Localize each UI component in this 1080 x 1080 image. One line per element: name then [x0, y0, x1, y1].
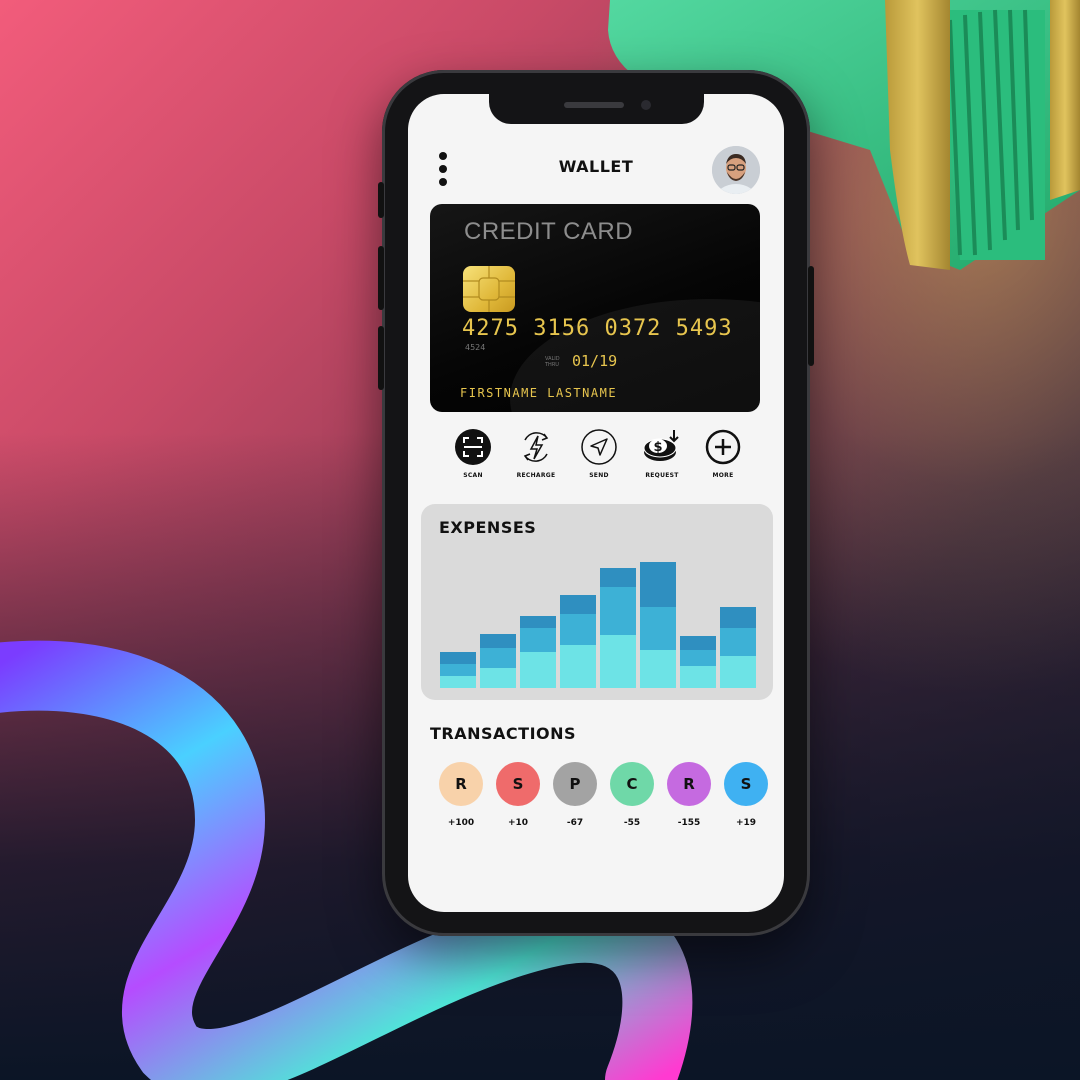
- svg-text:$: $: [653, 440, 662, 455]
- scan-label: SCAN: [463, 472, 483, 479]
- bar-segment: [520, 628, 556, 652]
- send-button[interactable]: SEND: [569, 428, 629, 479]
- transaction-amount: +100: [447, 818, 475, 828]
- bar-segment: [720, 607, 756, 628]
- user-avatar-icon: [712, 146, 760, 194]
- transaction-item[interactable]: R +100: [438, 762, 484, 828]
- transaction-item[interactable]: P -67: [552, 762, 598, 828]
- bar-segment: [520, 616, 556, 628]
- phone-side-button: [378, 182, 384, 218]
- transaction-item[interactable]: R -155: [666, 762, 712, 828]
- avatar[interactable]: [712, 146, 760, 194]
- more-label: MORE: [712, 472, 734, 479]
- bar-segment: [680, 666, 716, 688]
- recharge-button[interactable]: RECHARGE: [506, 428, 566, 479]
- bar-segment: [680, 636, 716, 650]
- credit-card[interactable]: CREDIT CARD 4275 3156 0372 5493 4524 VAL…: [430, 204, 760, 412]
- recharge-label: RECHARGE: [516, 472, 556, 479]
- card-expiry: 01/19: [572, 352, 618, 370]
- plus-circle-icon: [705, 429, 741, 465]
- notch-camera: [641, 100, 651, 110]
- bar-segment: [640, 562, 676, 607]
- send-icon: [581, 429, 617, 465]
- transaction-avatar: S: [496, 762, 540, 806]
- transaction-avatar: S: [724, 762, 768, 806]
- request-label: REQUEST: [645, 472, 679, 479]
- scan-icon: [455, 429, 491, 465]
- card-number: 4275 3156 0372 5493: [462, 316, 733, 341]
- bar-segment: [560, 614, 596, 645]
- notch-speaker: [564, 102, 624, 108]
- phone-power-button: [808, 266, 814, 366]
- phone-volume-down-button: [378, 326, 384, 390]
- bar-segment: [640, 650, 676, 688]
- bar-segment: [440, 652, 476, 664]
- recharge-icon: [523, 432, 549, 462]
- transaction-amount: -67: [566, 818, 584, 828]
- bar-segment: [720, 628, 756, 656]
- transaction-amount: -55: [623, 818, 641, 828]
- transaction-item[interactable]: S +19: [723, 762, 769, 828]
- transaction-amount: -155: [677, 818, 701, 828]
- transactions-list: R +100 S +10 P -67 C -55 R -155 S +19: [438, 762, 778, 832]
- app-screen: WALLET CREDIT CARD 4275 3156 0372 5493 4…: [408, 94, 784, 912]
- transaction-amount: +10: [507, 818, 529, 828]
- phone-notch: [489, 94, 704, 124]
- phone-mockup: WALLET CREDIT CARD 4275 3156 0372 5493 4…: [378, 70, 814, 936]
- transaction-item[interactable]: C -55: [609, 762, 655, 828]
- transaction-amount: +19: [735, 818, 757, 828]
- bar-segment: [560, 595, 596, 614]
- bar-segment: [480, 648, 516, 668]
- card-valid-thru-label: VALID THRU: [545, 356, 560, 368]
- card-holder-name: FIRSTNAME LASTNAME: [460, 386, 618, 400]
- bar-segment: [480, 634, 516, 648]
- bar-segment: [600, 587, 636, 635]
- bar-segment: [520, 652, 556, 688]
- transaction-avatar: R: [439, 762, 483, 806]
- bar-segment: [480, 668, 516, 688]
- expenses-panel: EXPENSES: [421, 504, 773, 700]
- bar-segment: [600, 568, 636, 587]
- transaction-avatar: C: [610, 762, 654, 806]
- bar-segment: [720, 656, 756, 688]
- phone-volume-up-button: [378, 246, 384, 310]
- bar-segment: [560, 645, 596, 688]
- bar-segment: [680, 650, 716, 666]
- bar-segment: [640, 607, 676, 650]
- request-button[interactable]: $ REQUEST: [632, 428, 692, 479]
- more-button[interactable]: MORE: [693, 428, 753, 479]
- card-small-number: 4524: [465, 343, 486, 352]
- card-title: CREDIT CARD: [464, 218, 634, 245]
- transaction-item[interactable]: S +10: [495, 762, 541, 828]
- quick-actions: SCAN RECHARGE SEND $ REQUEST MORE: [448, 428, 748, 488]
- send-label: SEND: [589, 472, 609, 479]
- transaction-avatar: R: [667, 762, 711, 806]
- bar-segment: [440, 664, 476, 676]
- bar-segment: [600, 635, 636, 688]
- transaction-avatar: P: [553, 762, 597, 806]
- scan-button[interactable]: SCAN: [443, 428, 503, 479]
- bar-segment: [440, 676, 476, 688]
- request-money-icon: $: [643, 430, 679, 461]
- expenses-bar-chart: [440, 562, 756, 688]
- transactions-title: TRANSACTIONS: [430, 724, 577, 743]
- card-chip-icon: [463, 266, 515, 312]
